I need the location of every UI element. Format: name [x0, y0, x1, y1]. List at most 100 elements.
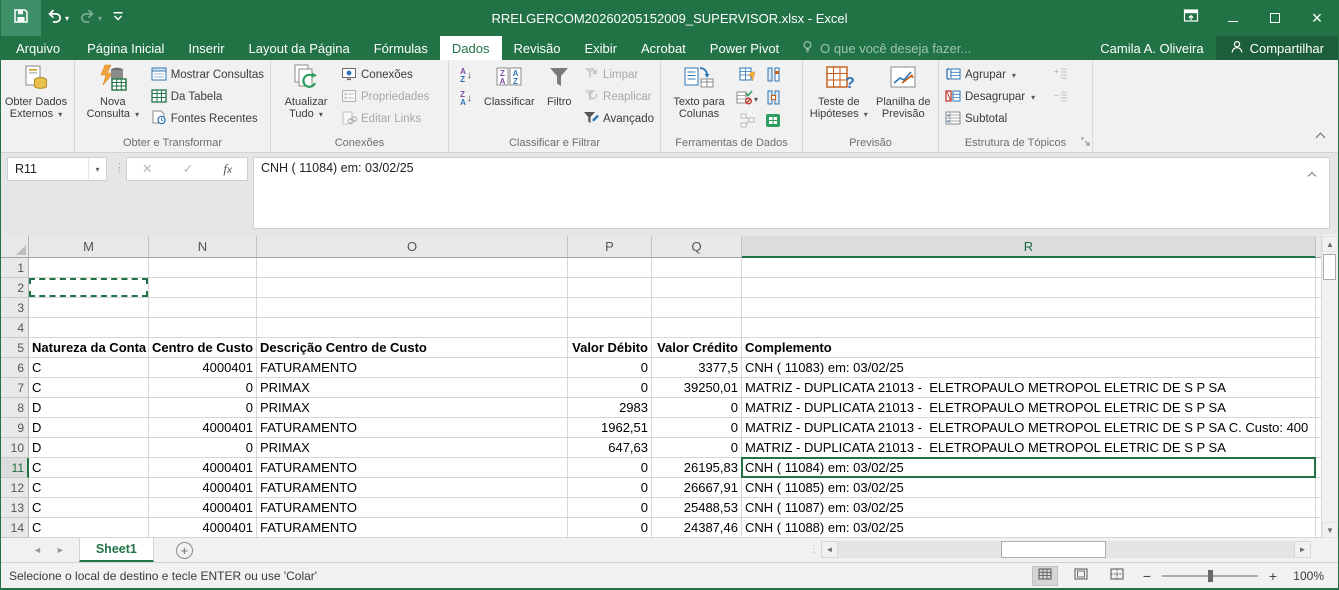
text-to-columns-button[interactable]: Texto para Colunas	[664, 62, 734, 120]
tell-me-search[interactable]: O que você deseja fazer...	[791, 36, 981, 60]
cell-M3[interactable]	[29, 298, 149, 318]
close-button[interactable]: ×	[1296, 0, 1338, 36]
cell-M7[interactable]: C	[29, 378, 149, 398]
sheet-nav-left-icon[interactable]: ◄	[33, 545, 42, 555]
cell-Q10[interactable]: 0	[652, 438, 742, 458]
redo-button[interactable]: ▾	[74, 0, 107, 36]
cell-Q13[interactable]: 25488,53	[652, 498, 742, 518]
cell-P11[interactable]: 0	[568, 458, 652, 478]
cell-R5[interactable]: Complemento	[742, 338, 1316, 358]
refresh-all-button[interactable]: Atualizar Tudo ▾	[274, 62, 338, 121]
cell-M14[interactable]: C	[29, 518, 149, 538]
tab-pagina-inicial[interactable]: Página Inicial	[75, 36, 176, 60]
zoom-slider-thumb[interactable]	[1208, 570, 1213, 582]
recent-sources-button[interactable]: Fontes Recentes	[148, 108, 267, 130]
cell-R12[interactable]: CNH ( 11085) em: 03/02/25	[742, 478, 1316, 498]
confirm-entry-icon[interactable]: ✓	[183, 161, 194, 177]
cell-R4[interactable]	[742, 318, 1316, 338]
formula-input[interactable]: CNH ( 11084) em: 03/02/25	[253, 157, 1330, 229]
manage-data-model-button[interactable]	[760, 111, 786, 134]
cell-O13[interactable]: FATURAMENTO	[257, 498, 568, 518]
cell-Q4[interactable]	[652, 318, 742, 338]
cell-O1[interactable]	[257, 258, 568, 278]
page-layout-view-button[interactable]	[1068, 566, 1094, 586]
clear-filter-button[interactable]: Limpar	[580, 64, 657, 86]
cell-N9[interactable]: 4000401	[149, 418, 257, 438]
zoom-out-icon[interactable]: −	[1140, 568, 1154, 584]
name-box-dropdown[interactable]: ▾	[88, 158, 106, 180]
row-header-12[interactable]: 12	[1, 478, 29, 498]
column-header-N[interactable]: N	[149, 236, 257, 258]
cell-O10[interactable]: PRIMAX	[257, 438, 568, 458]
tab-arquivo[interactable]: Arquivo	[1, 36, 75, 60]
cell-Q9[interactable]: 0	[652, 418, 742, 438]
sort-button[interactable]: ZAAZ Classificar	[480, 62, 539, 108]
cell-O6[interactable]: FATURAMENTO	[257, 358, 568, 378]
sheet-tab-sheet1[interactable]: Sheet1	[79, 538, 154, 562]
scroll-left-icon[interactable]: ◄	[821, 541, 838, 558]
cell-M13[interactable]: C	[29, 498, 149, 518]
cell-N10[interactable]: 0	[149, 438, 257, 458]
connections-button[interactable]: Conexões	[338, 64, 432, 86]
cell-Q1[interactable]	[652, 258, 742, 278]
tab-exibir[interactable]: Exibir	[572, 36, 629, 60]
cell-P14[interactable]: 0	[568, 518, 652, 538]
cell-P6[interactable]: 0	[568, 358, 652, 378]
what-if-analysis-button[interactable]: ? Teste de Hipóteses ▾	[806, 62, 872, 121]
maximize-button[interactable]	[1254, 0, 1296, 36]
row-header-10[interactable]: 10	[1, 438, 29, 458]
cell-M5[interactable]: Natureza da Conta	[29, 338, 149, 358]
zoom-in-icon[interactable]: +	[1266, 568, 1280, 584]
cell-N5[interactable]: Centro de Custo	[149, 338, 257, 358]
cell-P12[interactable]: 0	[568, 478, 652, 498]
cell-O12[interactable]: FATURAMENTO	[257, 478, 568, 498]
zoom-slider[interactable]	[1162, 575, 1258, 577]
customize-qat-button[interactable]	[107, 0, 129, 36]
new-query-button[interactable]: Nova Consulta ▾	[78, 62, 148, 121]
get-external-data-button[interactable]: Obter Dados Externos ▾	[4, 62, 68, 121]
cell-R2[interactable]	[742, 278, 1316, 298]
cell-R14[interactable]: CNH ( 11088) em: 03/02/25	[742, 518, 1316, 538]
row-header-1[interactable]: 1	[1, 258, 29, 278]
new-sheet-button[interactable]: +	[176, 542, 193, 559]
cell-P7[interactable]: 0	[568, 378, 652, 398]
outline-dialog-launcher[interactable]	[1081, 136, 1090, 150]
sheet-nav-right-icon[interactable]: ►	[56, 545, 65, 555]
collapse-formula-bar-button[interactable]	[1309, 168, 1315, 182]
ribbon-display-options-button[interactable]	[1170, 0, 1212, 36]
cancel-entry-icon[interactable]: ✕	[142, 161, 153, 177]
cell-P4[interactable]	[568, 318, 652, 338]
cell-P9[interactable]: 1962,51	[568, 418, 652, 438]
zoom-level[interactable]: 100%	[1288, 569, 1324, 583]
subtotal-button[interactable]: ++ Subtotal	[942, 108, 1038, 130]
reapply-filter-button[interactable]: Reaplicar	[580, 86, 657, 108]
tab-acrobat[interactable]: Acrobat	[629, 36, 698, 60]
cell-M2[interactable]	[29, 278, 149, 298]
column-header-M[interactable]: M	[29, 236, 149, 258]
cell-M12[interactable]: C	[29, 478, 149, 498]
tab-inserir[interactable]: Inserir	[176, 36, 236, 60]
select-all-corner[interactable]	[1, 236, 29, 258]
cell-P1[interactable]	[568, 258, 652, 278]
column-header-Q[interactable]: Q	[652, 236, 742, 258]
row-header-5[interactable]: 5	[1, 338, 29, 358]
edit-links-button[interactable]: Editar Links	[338, 108, 432, 130]
sort-descending-button[interactable]: ZA↓	[454, 88, 478, 109]
from-table-button[interactable]: Da Tabela	[148, 86, 267, 108]
page-break-preview-button[interactable]	[1104, 566, 1130, 586]
advanced-filter-button[interactable]: Avançado	[580, 108, 657, 130]
cell-R3[interactable]	[742, 298, 1316, 318]
data-validation-button[interactable]: ▾	[734, 88, 760, 111]
row-header-9[interactable]: 9	[1, 418, 29, 438]
show-queries-button[interactable]: Mostrar Consultas	[148, 64, 267, 86]
cell-R11[interactable]: CNH ( 11084) em: 03/02/25	[742, 458, 1316, 478]
tab-dados[interactable]: Dados	[440, 36, 502, 60]
ungroup-button[interactable]: Desagrupar ▾	[942, 86, 1038, 108]
cell-M6[interactable]: C	[29, 358, 149, 378]
cell-Q8[interactable]: 0	[652, 398, 742, 418]
cell-Q11[interactable]: 26195,83	[652, 458, 742, 478]
cell-N2[interactable]	[149, 278, 257, 298]
cell-N4[interactable]	[149, 318, 257, 338]
cell-M11[interactable]: C	[29, 458, 149, 478]
cell-N14[interactable]: 4000401	[149, 518, 257, 538]
